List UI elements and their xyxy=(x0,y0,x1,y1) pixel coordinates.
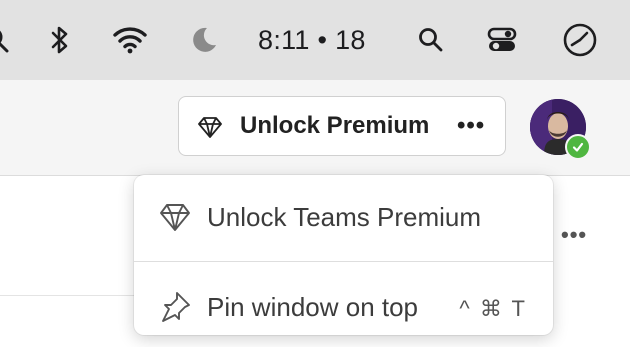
search-icon[interactable] xyxy=(413,22,449,58)
pin-icon xyxy=(158,290,192,324)
more-options-icon[interactable]: ••• xyxy=(561,222,587,248)
gem-icon xyxy=(158,200,192,234)
dropdown-menu: Unlock Teams Premium Pin window on top ^… xyxy=(134,175,553,335)
menu-item-pin-window[interactable]: Pin window on top ^ ⌘ T xyxy=(134,263,553,347)
keyboard-shortcut: ^ ⌘ T xyxy=(459,296,527,321)
menu-item-label: Pin window on top xyxy=(207,292,419,322)
menu-divider xyxy=(134,261,553,262)
unlock-premium-button[interactable]: Unlock Premium ••• xyxy=(178,96,506,156)
divider xyxy=(0,295,140,296)
bluetooth-icon[interactable] xyxy=(42,22,78,58)
wifi-icon[interactable] xyxy=(112,22,148,58)
menu-bar: 8:11 • 18 xyxy=(0,0,630,80)
menu-item-label: Unlock Teams Premium xyxy=(207,202,482,232)
unlock-premium-label: Unlock Premium xyxy=(240,112,430,139)
moon-icon[interactable] xyxy=(186,22,222,58)
status-badge xyxy=(565,134,591,160)
clock-icon[interactable] xyxy=(562,22,598,58)
menubar-clock[interactable]: 8:11 • 18 xyxy=(258,22,366,58)
control-center-icon[interactable] xyxy=(484,22,520,58)
premium-more-icon[interactable]: ••• xyxy=(457,97,485,154)
menu-item-unlock-teams-premium[interactable]: Unlock Teams Premium xyxy=(134,175,553,259)
gem-icon xyxy=(197,114,223,140)
search-icon-partial[interactable] xyxy=(0,22,14,58)
